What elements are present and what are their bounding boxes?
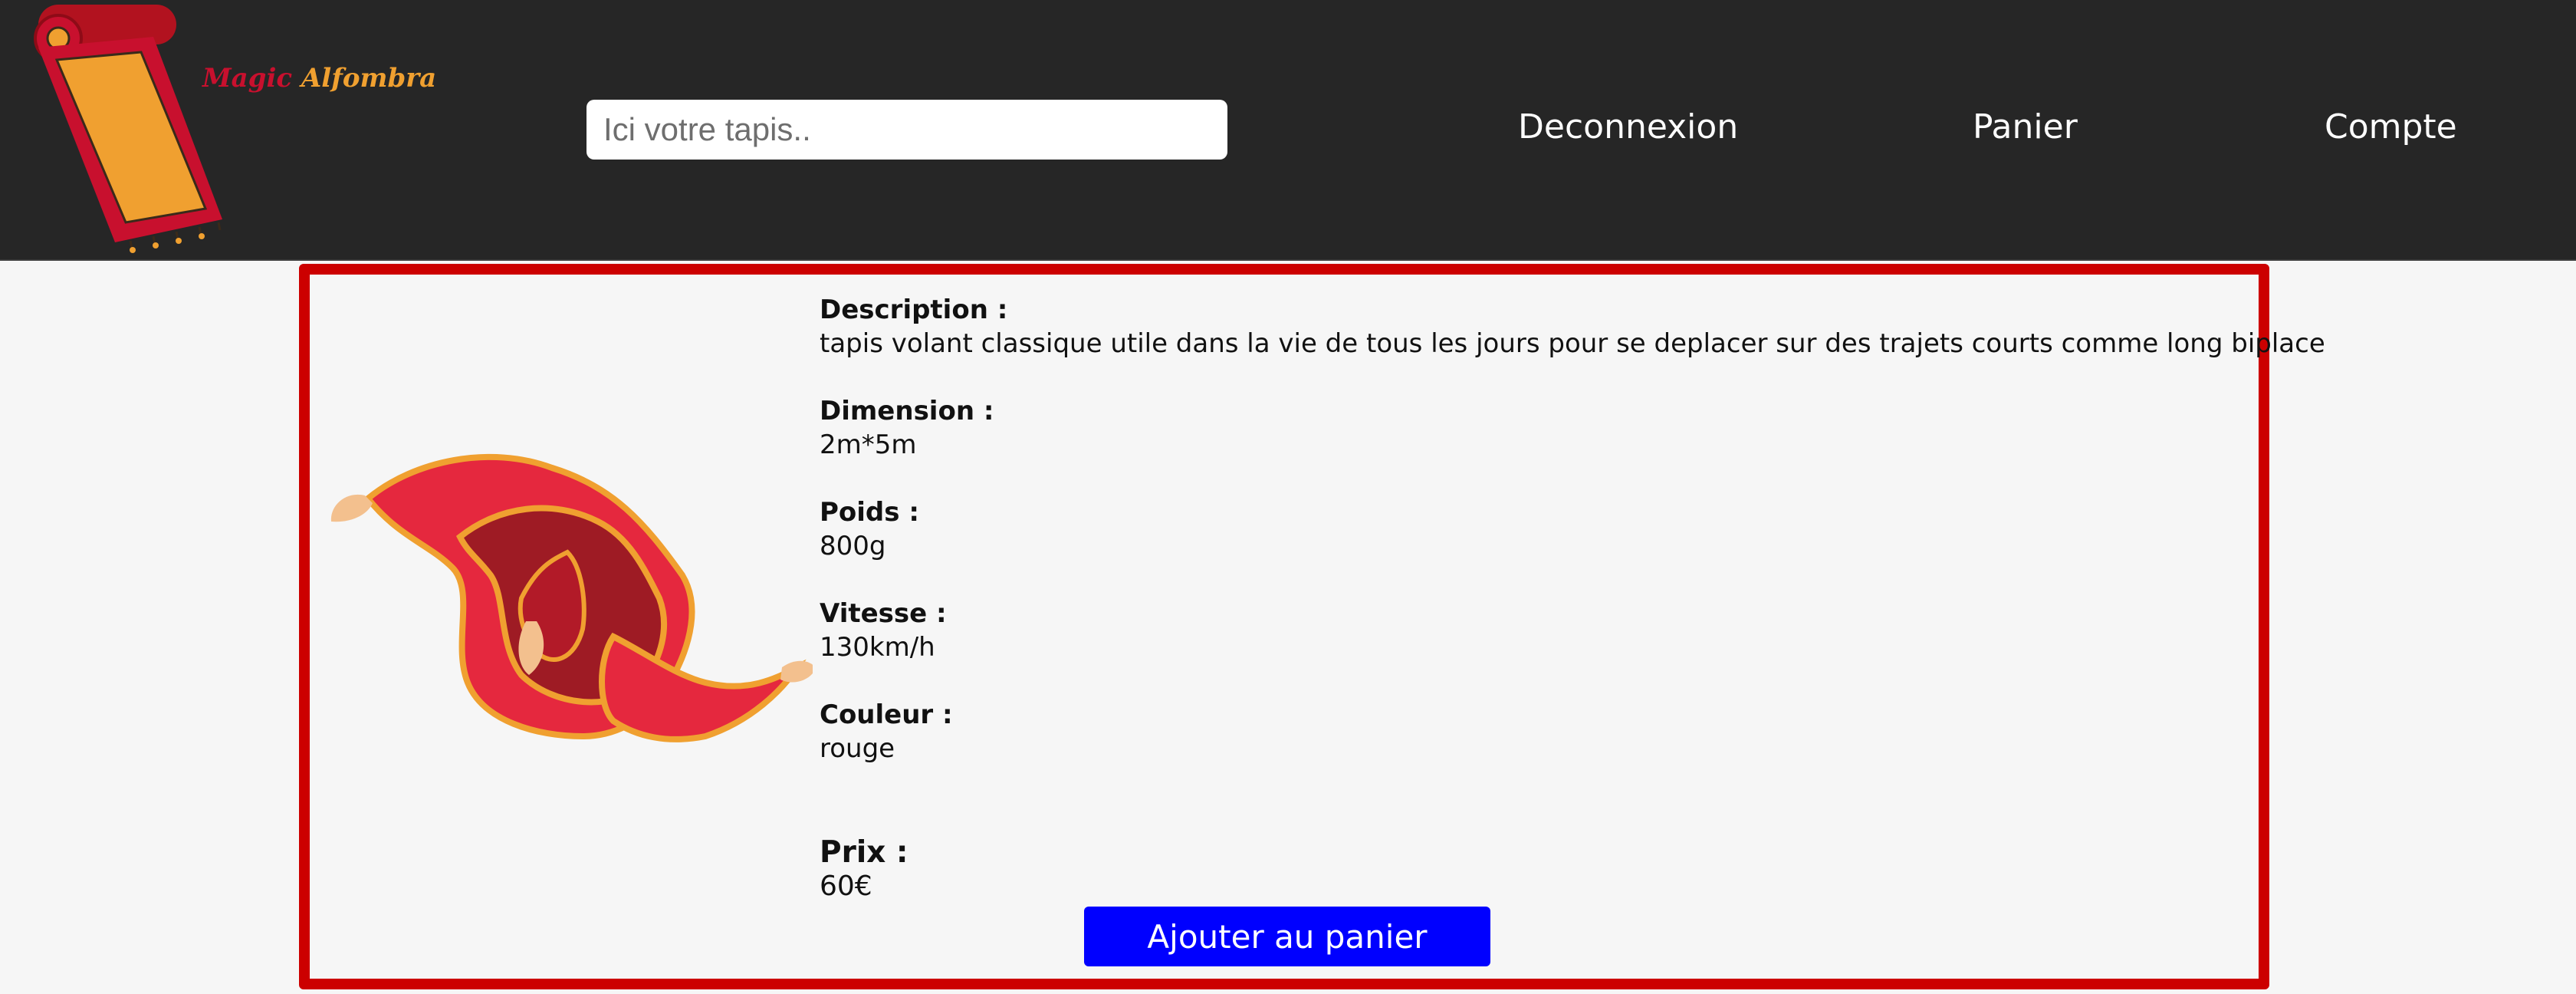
flying-carpet-image <box>322 414 816 782</box>
speed-block: Vitesse : 130km/h <box>820 597 947 664</box>
speed-value: 130km/h <box>820 632 935 663</box>
top-header: Magic Alfombra Deconnexion Panier Compte <box>0 0 2576 261</box>
description-value: tapis volant classique utile dans la vie… <box>820 328 2325 359</box>
search-input[interactable] <box>586 100 1227 160</box>
color-label: Couleur : <box>820 699 953 730</box>
weight-value: 800g <box>820 531 886 561</box>
price-label: Prix : <box>820 835 909 870</box>
nav-cart-link[interactable]: Panier <box>1973 107 2078 146</box>
dimension-value: 2m*5m <box>820 430 917 460</box>
weight-block: Poids : 800g <box>820 495 919 563</box>
color-block: Couleur : rouge <box>820 698 953 765</box>
logo-text: Magic Alfombra <box>202 63 436 94</box>
logo-word-magic: Magic <box>202 63 293 94</box>
dimension-block: Dimension : 2m*5m <box>820 394 994 462</box>
price-value: 60€ <box>820 871 872 902</box>
description-block: Description : tapis volant classique uti… <box>820 293 2325 360</box>
add-to-cart-button[interactable]: Ajouter au panier <box>1084 907 1490 966</box>
nav-account-link[interactable]: Compte <box>2325 107 2457 146</box>
carpet-logo-icon <box>34 5 222 253</box>
weight-label: Poids : <box>820 497 919 528</box>
description-label: Description : <box>820 295 1008 325</box>
price-block: Prix : 60€ <box>820 836 909 903</box>
speed-label: Vitesse : <box>820 598 947 629</box>
nav-logout-link[interactable]: Deconnexion <box>1518 107 1738 146</box>
site-logo[interactable]: Magic Alfombra <box>31 0 436 258</box>
dimension-label: Dimension : <box>820 396 994 426</box>
color-value: rouge <box>820 733 895 764</box>
logo-word-alfombra: Alfombra <box>301 63 437 94</box>
flying-carpet-icon <box>330 453 816 742</box>
